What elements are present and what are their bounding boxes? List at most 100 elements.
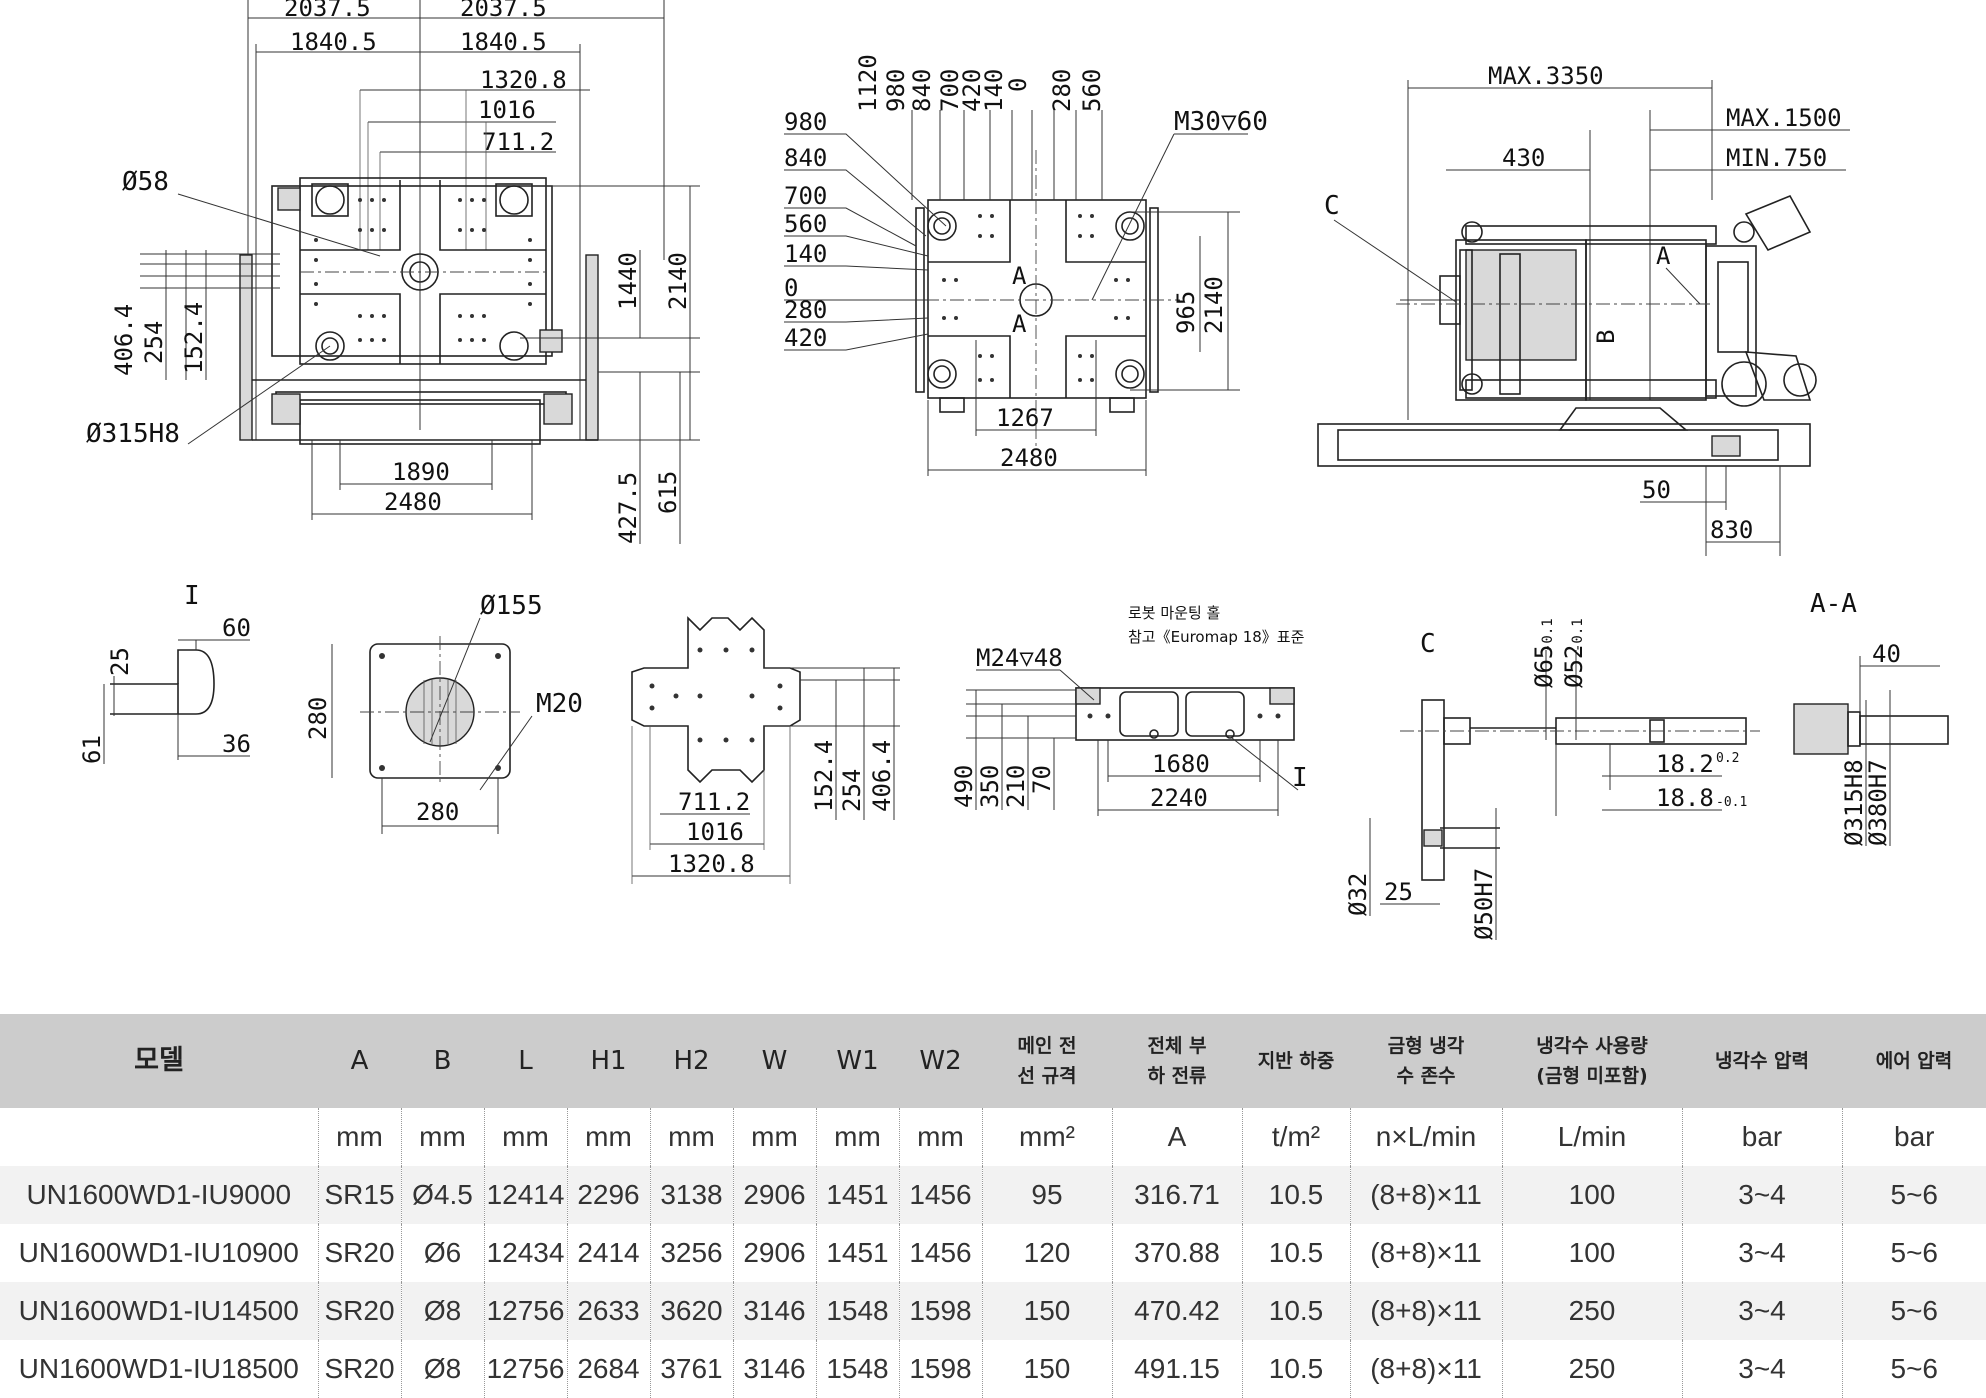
- cell-model: UN1600WD1-IU14500: [0, 1282, 318, 1340]
- header-w1: W1: [816, 1014, 899, 1108]
- dim-2140: 2140: [664, 252, 692, 310]
- cell: SR20: [317, 1224, 401, 1282]
- thread-m30: M30▽60: [1174, 107, 1268, 137]
- detail-i-36: 36: [222, 730, 251, 758]
- dim-top-980: 980: [882, 69, 910, 112]
- robot-490: 490: [950, 765, 978, 808]
- cell: 2296: [566, 1166, 650, 1224]
- table-row: UN1600WD1-IU14500 SR20 Ø8 12756 2633 362…: [0, 1282, 1986, 1340]
- detail-c-phi50: Ø50H7: [1470, 868, 1498, 940]
- cell: 10.5: [1241, 1224, 1350, 1282]
- unit-cell: mm²: [981, 1108, 1112, 1166]
- detail-i-title: I: [184, 581, 200, 611]
- header-w: W: [733, 1014, 816, 1108]
- marker-b: B: [1592, 330, 1620, 344]
- unit-cell: mm: [483, 1108, 567, 1166]
- cell: 1451: [815, 1166, 899, 1224]
- cell: 1548: [815, 1282, 899, 1340]
- unit-cell: [0, 1108, 318, 1166]
- marker-a: A: [1656, 242, 1671, 270]
- dim-1440: 1440: [614, 252, 642, 310]
- platen-view: A A 1120 980 840 700 420 140 0 280 560 9…: [784, 54, 1268, 476]
- cell: 1456: [898, 1224, 982, 1282]
- dim-1840-right: 1840.5: [460, 28, 547, 56]
- dim-left-840: 840: [784, 144, 827, 172]
- dim-top-560: 560: [1078, 69, 1106, 112]
- technical-drawing: 2037.5 2037.5 1840.5 1840.5 1320.8 1016 …: [78, 0, 1949, 940]
- unit-cell: mm: [317, 1108, 401, 1166]
- cross-1320: 1320.8: [668, 850, 755, 878]
- cell-model: UN1600WD1-IU10900: [18, 1237, 299, 1268]
- dim-2480-front: 2480: [384, 488, 442, 516]
- cell: 2414: [566, 1224, 650, 1282]
- unit-cell: mm: [400, 1108, 484, 1166]
- plate-m20: M20: [536, 689, 583, 719]
- section-aa-40: 40: [1872, 640, 1901, 668]
- cell: 10.5: [1241, 1282, 1350, 1340]
- robot-70: 70: [1028, 765, 1056, 794]
- detail-c-phi65-tol: -0.1: [1540, 618, 1556, 652]
- robot-mount: 로봇 마운팅 홀 참고《Euromap 18》표준 M24▽48 490 350…: [950, 604, 1308, 816]
- cell: Ø8: [400, 1282, 484, 1340]
- detail-c: C Ø65 -0.1 Ø52 -0.1 18.2 0.2 18.8 -0.1 Ø…: [1344, 618, 1760, 940]
- callout-phi58: Ø58: [122, 167, 169, 197]
- header-b: B: [401, 1014, 484, 1108]
- cell: 3138: [649, 1166, 733, 1224]
- dim-2037-left: 2037.5: [284, 0, 371, 22]
- cross-406: 406.4: [868, 740, 896, 812]
- detail-c-25: 25: [1384, 878, 1413, 906]
- plate-phi155: Ø155: [480, 591, 543, 621]
- cell: 2633: [566, 1282, 650, 1340]
- cross-152: 152.4: [810, 740, 838, 812]
- dim-711: 711.2: [482, 128, 554, 156]
- robot-note-1: 로봇 마운팅 홀: [1128, 604, 1220, 622]
- cell: 100: [1501, 1224, 1682, 1282]
- cell: 491.15: [1111, 1340, 1242, 1398]
- cell: 150: [981, 1340, 1112, 1398]
- cell: (8+8)×11: [1349, 1224, 1502, 1282]
- robot-210: 210: [1002, 765, 1030, 808]
- marker-c: C: [1324, 191, 1340, 221]
- cell: Ø8: [400, 1340, 484, 1398]
- dim-2480-platen: 2480: [1000, 444, 1058, 472]
- plate-280-v: 280: [304, 697, 332, 740]
- cell: 150: [981, 1282, 1112, 1340]
- detail-i: I 60 25 61 36: [78, 581, 251, 764]
- dim-left-420: 420: [784, 324, 827, 352]
- dim-top-0: 0: [1004, 78, 1032, 92]
- header-main-cable: 메인 전선 규격: [982, 1014, 1112, 1108]
- cell: 3~4: [1681, 1166, 1842, 1224]
- cell: Ø4.5: [400, 1166, 484, 1224]
- section-aa-title: A-A: [1810, 589, 1857, 619]
- table-header-row: 모델 A B L H1 H2 W W1 W2 메인 전선 규격 전체 부하 전류…: [0, 1014, 1986, 1108]
- dim-top-1120: 1120: [854, 54, 882, 112]
- dim-2037-right: 2037.5: [460, 0, 547, 22]
- cell-model: UN1600WD1-IU18500: [18, 1353, 299, 1384]
- unit-cell: mm: [649, 1108, 733, 1166]
- dim-406: 406.4: [110, 304, 138, 376]
- section-aa: A-A 40 Ø315H8 Ø380H7: [1793, 589, 1949, 846]
- cell: 100: [1501, 1166, 1682, 1224]
- cell: (8+8)×11: [1349, 1282, 1502, 1340]
- robot-marker-i: I: [1292, 763, 1308, 793]
- cell: 3761: [649, 1340, 733, 1398]
- cell: 2906: [732, 1224, 816, 1282]
- section-mark-a-bottom: A: [1012, 310, 1027, 338]
- detail-i-60: 60: [222, 614, 251, 642]
- cell: 95: [981, 1166, 1112, 1224]
- table-units-row: mm mm mm mm mm mm mm mm mm² A t/m² n×L/m…: [0, 1108, 1986, 1166]
- cell: 10.5: [1241, 1166, 1350, 1224]
- side-view: MAX.3350 MAX.1500 430 MIN.750 C A B 50 8…: [1317, 62, 1850, 556]
- callout-phi315: Ø315H8: [86, 419, 180, 449]
- dim-254: 254: [140, 321, 168, 364]
- cell: 5~6: [1841, 1340, 1986, 1398]
- header-l: L: [484, 1014, 567, 1108]
- dim-left-560: 560: [784, 210, 827, 238]
- dim-1267: 1267: [996, 404, 1054, 432]
- dim-965: 965: [1172, 291, 1200, 334]
- header-h1: H1: [567, 1014, 650, 1108]
- dim-1890: 1890: [392, 458, 450, 486]
- unit-cell: mm: [898, 1108, 982, 1166]
- section-mark-a-top: A: [1012, 262, 1027, 290]
- detail-c-title: C: [1420, 629, 1436, 659]
